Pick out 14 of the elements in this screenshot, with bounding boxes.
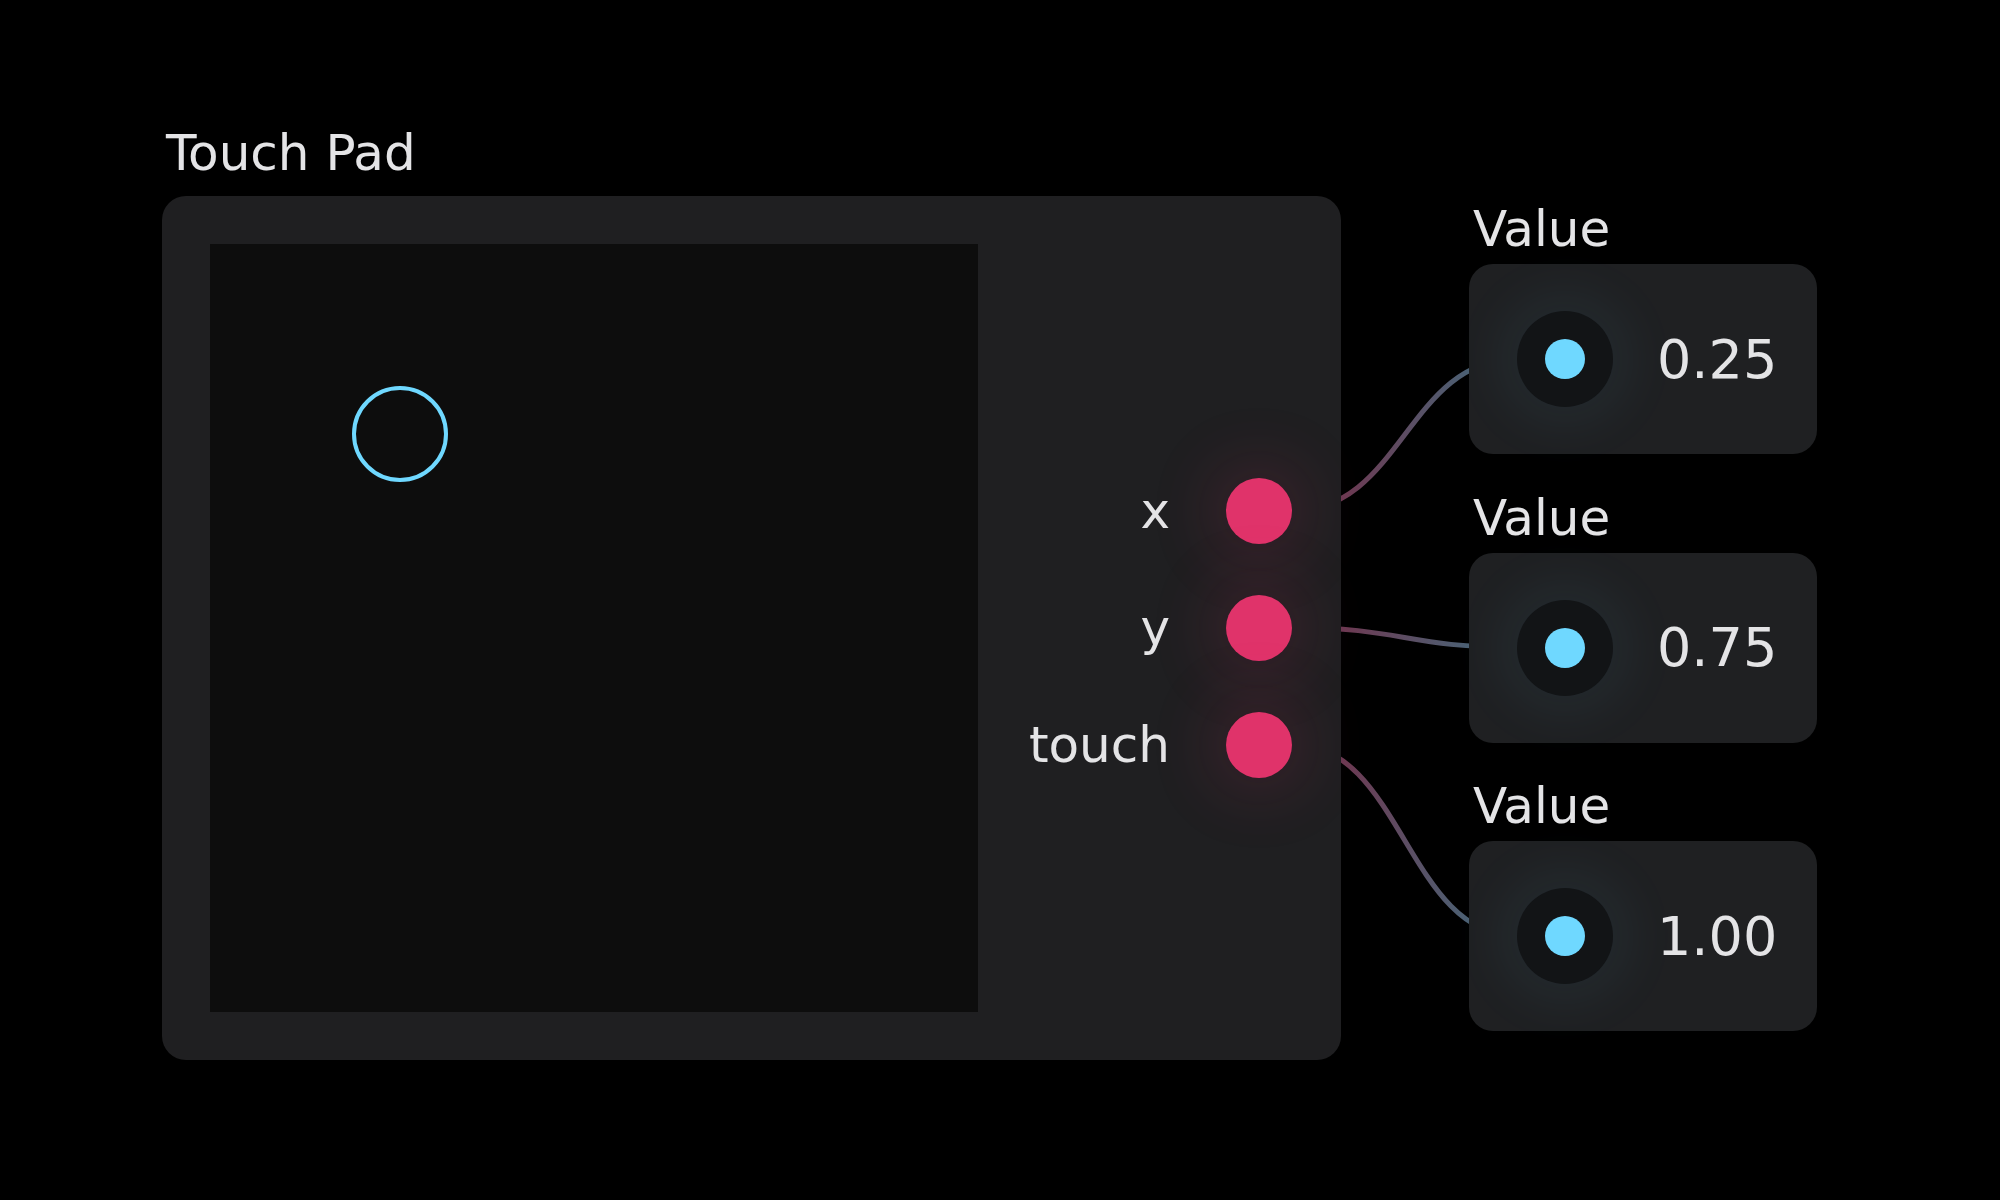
node-title: Value [1472,776,1612,837]
port-label: y [1140,599,1170,657]
port-dot-icon [1545,916,1585,956]
port-dot-icon [1545,627,1585,668]
value-readout: 0.25 [1657,327,1778,391]
value-readout: 1.00 [1657,904,1778,968]
touch-point-marker[interactable] [352,386,448,482]
node-title: Value [1472,199,1612,260]
value-readout: 0.75 [1657,616,1778,679]
node-title: Value [1472,487,1612,549]
node-title: Touch Pad [165,123,417,184]
port-label: touch [1028,716,1170,774]
port-label: x [1140,482,1170,540]
port-dot-icon [1545,339,1585,379]
